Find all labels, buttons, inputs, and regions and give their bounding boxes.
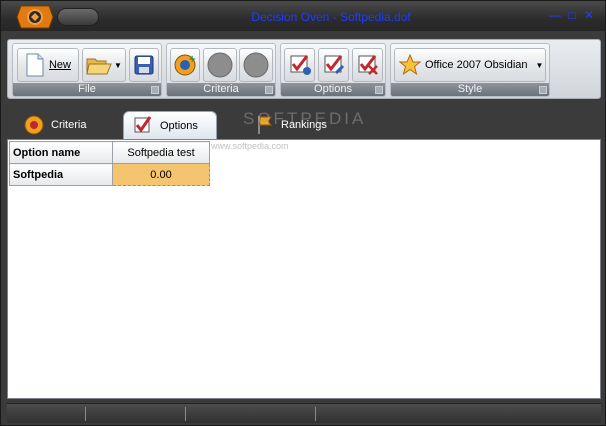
criterion-disabled-button-2[interactable] — [239, 48, 273, 82]
edit-option-icon — [324, 55, 344, 75]
save-button[interactable] — [129, 48, 159, 82]
header-option-name[interactable]: Option name — [9, 141, 113, 164]
file-dialog-launcher[interactable] — [151, 86, 159, 94]
style-selector-label: Office 2007 Obsidian — [425, 59, 528, 71]
ribbon-group-style: Office 2007 Obsidian ▼ Style — [390, 43, 550, 97]
save-disk-icon — [134, 55, 154, 75]
criteria-dialog-launcher[interactable] — [265, 86, 273, 94]
style-dialog-launcher[interactable] — [539, 86, 547, 94]
group-caption-criteria: Criteria — [167, 83, 275, 96]
criterion-disabled-button-1[interactable] — [203, 48, 237, 82]
style-selector-button[interactable]: Office 2007 Obsidian ▼ — [394, 48, 546, 82]
app-logo-icon[interactable] — [15, 4, 55, 30]
close-button[interactable]: ✕ — [583, 8, 595, 22]
star-icon — [399, 54, 421, 76]
open-dropdown-arrow-icon[interactable]: ▼ — [114, 61, 122, 70]
new-button-label: New — [48, 59, 71, 71]
criteria-tab-icon — [24, 115, 44, 135]
group-caption-style: Style — [391, 83, 549, 96]
add-option-icon — [290, 55, 311, 75]
style-dropdown-arrow-icon: ▼ — [535, 60, 544, 70]
title-bar[interactable]: Decision Oven - Softpedia.dof — □ ✕ — [1, 1, 605, 31]
watermark-text: SOFTPEDIA — [243, 109, 367, 128]
open-folder-icon — [86, 58, 112, 75]
status-separator — [85, 407, 86, 421]
header-criterion-column[interactable]: Softpedia test — [112, 141, 210, 164]
status-separator — [315, 407, 316, 421]
group-caption-file: File — [13, 83, 161, 96]
circle-disabled-icon — [207, 52, 233, 78]
delete-option-button[interactable] — [352, 48, 383, 82]
options-grid: Option name Softpedia test Softpedia 0.0… — [9, 141, 210, 186]
ribbon-group-options: Options — [280, 43, 386, 97]
ribbon: New ▼ File + Criteria Options Office 200… — [7, 39, 601, 99]
circle-disabled-icon — [243, 52, 269, 78]
row-option-name[interactable]: Softpedia — [9, 163, 113, 186]
options-grid-panel: Option name Softpedia test Softpedia 0.0… — [7, 139, 601, 399]
maximize-button[interactable]: □ — [566, 8, 578, 22]
quick-access-toolbar[interactable] — [57, 8, 99, 26]
table-row: Softpedia 0.00 — [9, 163, 210, 186]
minimize-button[interactable]: — — [549, 8, 561, 22]
group-caption-options: Options — [281, 83, 385, 96]
add-option-button[interactable] — [284, 48, 315, 82]
add-criterion-icon: + — [174, 54, 196, 76]
tab-options[interactable]: Options — [123, 111, 217, 139]
ribbon-group-file: New ▼ File — [12, 43, 162, 97]
watermark-url: www.softpedia.com — [211, 141, 289, 151]
new-document-icon — [26, 53, 44, 77]
window-title: Decision Oven - Softpedia.dof — [251, 10, 411, 24]
tab-criteria-label: Criteria — [51, 119, 87, 131]
status-separator — [185, 407, 186, 421]
open-button[interactable]: ▼ — [82, 48, 126, 82]
svg-text:+: + — [188, 54, 196, 65]
tab-options-label: Options — [160, 119, 198, 132]
tab-criteria[interactable]: Criteria — [15, 111, 107, 139]
edit-option-button[interactable] — [318, 48, 349, 82]
options-dialog-launcher[interactable] — [375, 86, 383, 94]
status-bar — [7, 403, 601, 423]
add-criterion-button[interactable]: + — [170, 48, 200, 82]
ribbon-group-criteria: + Criteria — [166, 43, 276, 97]
grid-header-row: Option name Softpedia test — [9, 141, 210, 164]
delete-option-icon — [358, 55, 378, 75]
new-button[interactable]: New — [17, 48, 79, 82]
options-tab-icon — [134, 115, 152, 133]
grid-value-cell[interactable]: 0.00 — [112, 163, 210, 186]
application-window: Decision Oven - Softpedia.dof — □ ✕ New … — [0, 0, 606, 426]
